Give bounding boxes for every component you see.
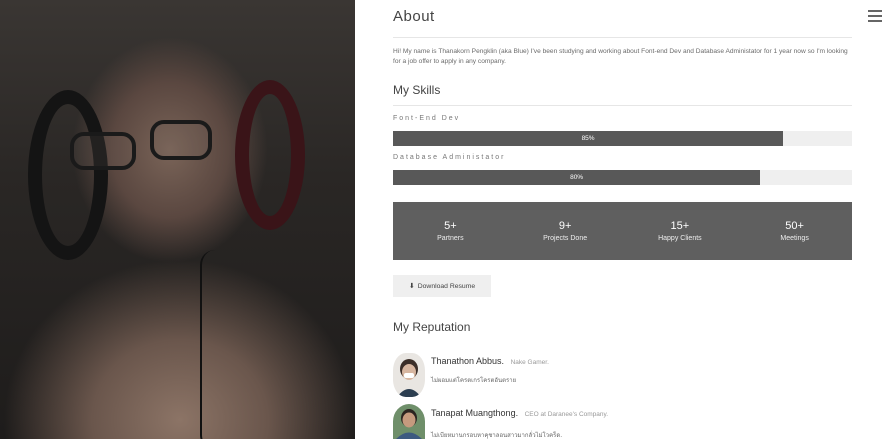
stat-label: Meetings [780, 235, 809, 242]
headphone-right-shape [235, 80, 305, 230]
profile-photo [0, 0, 355, 439]
stat-number: 15+ [670, 220, 690, 232]
skill-percent-database: 80% [570, 174, 584, 181]
reputation-title: My Reputation [393, 320, 471, 334]
avatar-image [393, 353, 425, 397]
reviewer-role: Nake Gamer. [510, 359, 549, 366]
reviewer-name-text: Thanathon Abbus. [431, 356, 505, 366]
skills-divider [393, 105, 852, 106]
reviewer-name-text: Tanapat Muangthong. [431, 408, 519, 418]
skill-bar-frontend: 85% [393, 131, 852, 146]
reviewer-quote: ไม่เบียหมานกรอบหาคุชาลอนสาวมากลั่วไม่โวค… [431, 432, 563, 439]
reviewer-name: Thanathon Abbus. Nake Gamer. [431, 356, 549, 366]
download-resume-button[interactable]: ⬇ Download Resume [393, 275, 491, 297]
reviewer-quote: ไม่ผอมแต่โครตเกรโครตอันตราย [431, 377, 517, 384]
glasses-left-shape [70, 132, 136, 170]
avatar [393, 404, 425, 439]
stat-projects: 9+ Projects Done [508, 220, 622, 242]
headphone-cable-shape [200, 250, 230, 439]
glasses-right-shape [150, 120, 212, 160]
about-text: Hi! My name is Thanakorn Pengklin (aka B… [393, 48, 848, 65]
reviewer-name: Tanapat Muangthong. CEO at Daranee's Com… [431, 408, 608, 418]
hamburger-menu-icon[interactable] [868, 10, 882, 22]
stat-number: 9+ [558, 220, 572, 232]
avatar-image [393, 404, 425, 439]
skill-fill-frontend: 85% [393, 131, 784, 146]
skills-title: My Skills [393, 83, 441, 97]
stat-partners: 5+ Partners [393, 220, 507, 242]
download-resume-label: Download Resume [417, 282, 476, 290]
skill-fill-database: 80% [393, 170, 761, 185]
about-title: About [393, 8, 435, 25]
testimonial-item: Tanapat Muangthong. CEO at Daranee's Com… [393, 404, 852, 439]
avatar [393, 353, 425, 397]
about-divider [393, 37, 852, 38]
skill-label-frontend: Font-End Dev [393, 115, 461, 122]
stat-number: 50+ [785, 220, 804, 232]
stat-meetings: 50+ Meetings [738, 220, 852, 242]
reviewer-role: CEO at Daranee's Company. [524, 411, 609, 418]
about-section: About Hi! My name is Thanakorn Pengklin … [393, 0, 852, 439]
stat-number: 5+ [444, 220, 457, 232]
stat-label: Partners [437, 235, 464, 242]
skill-percent-frontend: 85% [581, 135, 595, 142]
stat-label: Projects Done [543, 235, 588, 242]
headphone-left-shape [28, 90, 108, 260]
stats-panel: 5+ Partners 9+ Projects Done 15+ Happy C… [393, 202, 852, 260]
skill-label-database: Database Administator [393, 154, 506, 161]
stat-clients: 15+ Happy Clients [623, 220, 737, 242]
download-icon: ⬇ [408, 283, 415, 290]
stat-label: Happy Clients [658, 235, 702, 242]
skill-bar-database: 80% [393, 170, 852, 185]
testimonial-item: Thanathon Abbus. Nake Gamer. ไม่ผอมแต่โค… [393, 353, 852, 397]
